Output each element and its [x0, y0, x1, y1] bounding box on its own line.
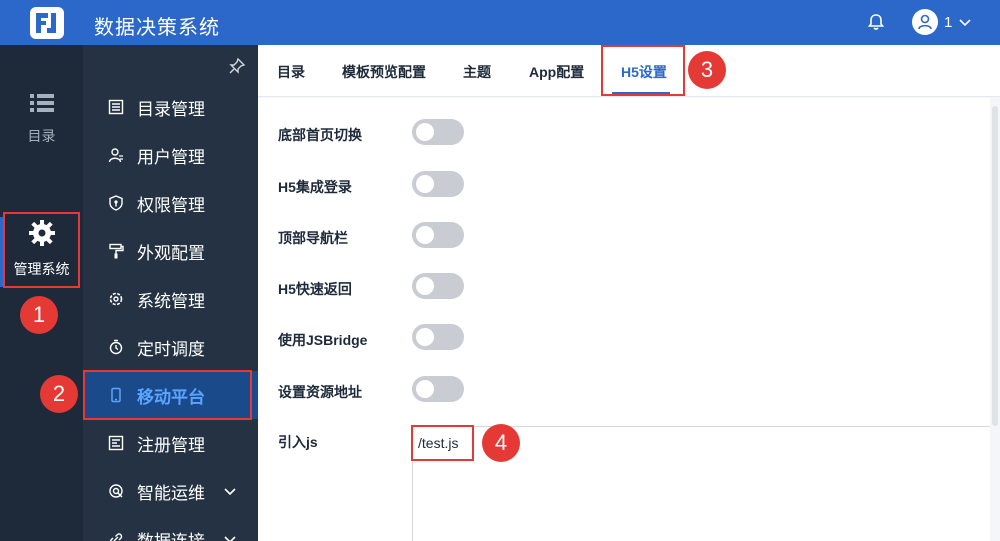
primary-rail: 目录 管理系统	[0, 45, 83, 541]
sidebar-item-label: 用户管理	[137, 147, 205, 167]
register-icon	[107, 434, 125, 452]
app-logo[interactable]	[30, 7, 64, 39]
setting-label: 使用JSBridge	[278, 332, 368, 348]
tab-app-config[interactable]: App配置	[529, 62, 584, 82]
annotation-badge: 3	[688, 51, 726, 89]
toggle-switch[interactable]	[412, 273, 464, 299]
sidebar-item-label: 外观配置	[137, 243, 205, 263]
toggle-switch[interactable]	[412, 376, 464, 402]
setting-label: 设置资源地址	[278, 384, 362, 400]
ops-icon	[107, 482, 125, 500]
tab-template-preview[interactable]: 模板预览配置	[342, 62, 426, 82]
sidebar-item-register[interactable]: 注册管理	[83, 419, 258, 467]
sidebar-item-data-link[interactable]: 数据连接	[83, 515, 258, 541]
list-icon	[29, 94, 54, 112]
data-link-icon	[107, 530, 125, 541]
sidebar-item-label: 目录管理	[137, 99, 205, 119]
secondary-sidebar: 目录管理 用户管理 权限管理 外观配置 系统管理 定时调度 移动平台 注册管理 …	[83, 45, 258, 541]
annotation-box-js	[411, 425, 474, 461]
toggle-switch[interactable]	[412, 119, 464, 145]
chevron-down-icon	[224, 536, 236, 541]
tab-theme[interactable]: 主题	[463, 62, 491, 82]
toggle-switch[interactable]	[412, 324, 464, 350]
setting-label: H5集成登录	[278, 179, 352, 195]
toggle-switch[interactable]	[412, 171, 464, 197]
sidebar-item-label: 权限管理	[137, 195, 205, 215]
setting-label: 底部首页切换	[278, 127, 362, 143]
scroll-thumb[interactable]	[992, 106, 998, 426]
user-menu[interactable]: 1	[912, 8, 972, 36]
appearance-icon	[107, 242, 125, 260]
sidebar-item-catalog[interactable]: 目录管理	[83, 83, 258, 131]
timer-icon	[107, 338, 125, 356]
permission-icon	[107, 194, 125, 212]
annotation-badge: 1	[20, 296, 58, 334]
sidebar-item-label: 智能运维	[137, 483, 205, 503]
catalog-icon	[107, 98, 125, 116]
annotation-badge: 2	[40, 375, 78, 413]
user-manage-icon	[107, 146, 125, 164]
tab-catalog[interactable]: 目录	[277, 62, 305, 82]
js-label: 引入js	[278, 434, 318, 450]
toggle-switch[interactable]	[412, 222, 464, 248]
user-avatar-icon	[912, 9, 938, 35]
top-header: 数据决策系统 1	[0, 0, 1000, 45]
annotation-box-admin	[3, 212, 80, 288]
annotation-box-mobile	[83, 370, 252, 420]
rail-catalog-label: 目录	[27, 128, 56, 144]
sidebar-item-appearance[interactable]: 外观配置	[83, 227, 258, 275]
sidebar-item-timer[interactable]: 定时调度	[83, 323, 258, 371]
bell-icon[interactable]	[866, 12, 886, 32]
system-icon	[107, 290, 125, 308]
annotation-badge: 4	[482, 424, 520, 462]
rail-item-catalog[interactable]: 目录	[0, 93, 83, 146]
sidebar-item-users[interactable]: 用户管理	[83, 131, 258, 179]
annotation-box-h5-tab	[601, 45, 685, 96]
user-name: 1	[944, 13, 953, 31]
sidebar-item-label: 定时调度	[137, 339, 205, 359]
sidebar-item-system[interactable]: 系统管理	[83, 275, 258, 323]
app-title: 数据决策系统	[94, 17, 220, 39]
sidebar-item-label: 数据连接	[137, 531, 205, 541]
sidebar-item-label: 系统管理	[137, 291, 205, 311]
content-scrollbar[interactable]	[990, 98, 1000, 541]
setting-label: 顶部导航栏	[278, 230, 348, 246]
h5-settings-panel: 底部首页切换 H5集成登录 顶部导航栏 H5快速返回 使用JSBridge 设置…	[258, 98, 1000, 541]
sidebar-item-ops[interactable]: 智能运维	[83, 467, 258, 515]
pin-icon[interactable]	[228, 57, 246, 75]
chevron-down-icon	[224, 488, 236, 496]
setting-label: H5快速返回	[278, 281, 352, 297]
sidebar-item-label: 注册管理	[137, 435, 205, 455]
chevron-down-icon	[959, 19, 971, 27]
sidebar-item-permission[interactable]: 权限管理	[83, 179, 258, 227]
